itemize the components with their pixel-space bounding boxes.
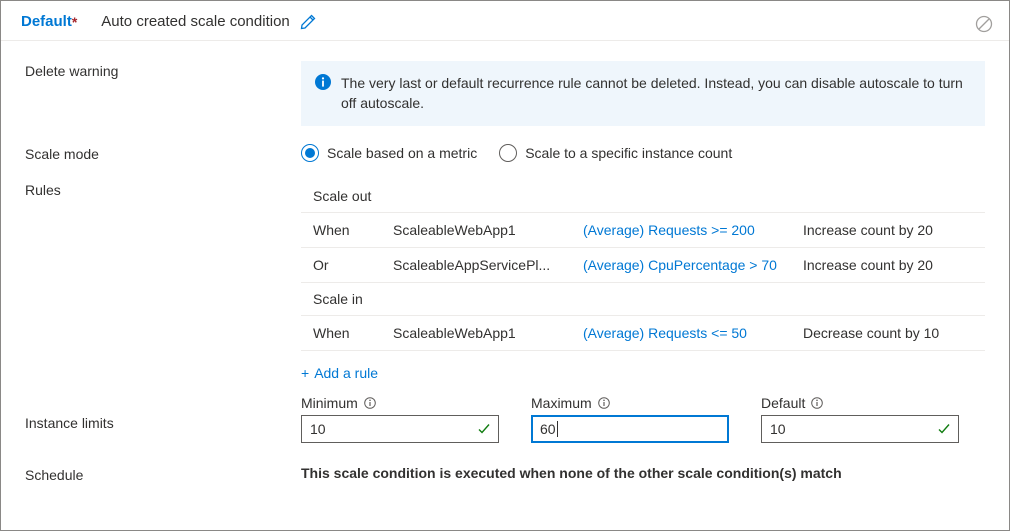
minimum-group: Minimum 10 [301,395,499,443]
delete-warning-text: The very last or default recurrence rule… [341,73,969,114]
check-icon [937,422,951,436]
scale-mode-row: Scale mode Scale based on a metric Scale… [25,144,985,162]
panel-body: Delete warning The very last or default … [1,41,1009,491]
default-group: Default 10 [761,395,959,443]
plus-icon: + [301,365,309,381]
rule-op: When [313,325,393,341]
maximum-label: Maximum [531,395,592,411]
info-icon [315,74,331,90]
rule-action: Decrease count by 10 [803,325,979,341]
radio-scale-metric[interactable]: Scale based on a metric [301,144,477,162]
rule-resource: ScaleableAppServicePl... [393,257,583,273]
rule-condition-link[interactable]: (Average) Requests <= 50 [583,325,803,341]
rules-row: Rules Scale out When ScaleableWebApp1 (A… [25,180,985,387]
info-hint-icon[interactable] [811,397,823,409]
edit-icon[interactable] [300,14,316,30]
rule-condition-link[interactable]: (Average) CpuPercentage > 70 [583,257,803,273]
rule-action: Increase count by 20 [803,222,979,238]
delete-warning-banner: The very last or default recurrence rule… [301,61,985,126]
check-icon [477,422,491,436]
radio-scale-metric-label: Scale based on a metric [327,145,477,161]
disable-icon[interactable] [975,15,993,33]
add-rule-button[interactable]: + Add a rule [301,351,378,387]
maximum-group: Maximum 60 [531,395,729,443]
default-input[interactable]: 10 [761,415,959,443]
radio-scale-specific-label: Scale to a specific instance count [525,145,732,161]
default-label: Default [761,395,805,411]
scale-mode-radio-group: Scale based on a metric Scale to a speci… [301,144,985,162]
rule-row[interactable]: Or ScaleableAppServicePl... (Average) Cp… [301,248,985,283]
minimum-label: Minimum [301,395,358,411]
rule-op: Or [313,257,393,273]
add-rule-label: Add a rule [314,365,378,381]
delete-warning-row: Delete warning The very last or default … [25,61,985,126]
rules-label: Rules [25,180,301,198]
condition-subtitle: Auto created scale condition [101,13,289,30]
text-caret-icon [557,421,558,437]
required-asterisk: * [72,14,77,30]
condition-title[interactable]: Default [21,13,72,30]
rule-resource: ScaleableWebApp1 [393,325,583,341]
schedule-text: This scale condition is executed when no… [301,465,842,481]
schedule-row: Schedule This scale condition is execute… [25,465,985,483]
maximum-input[interactable]: 60 [531,415,729,443]
instance-limits-label: Instance limits [25,395,301,431]
minimum-input[interactable]: 10 [301,415,499,443]
rule-action: Increase count by 20 [803,257,979,273]
info-hint-icon[interactable] [598,397,610,409]
radio-scale-specific[interactable]: Scale to a specific instance count [499,144,732,162]
scale-out-heading: Scale out [301,180,985,213]
rules-block: Scale out When ScaleableWebApp1 (Average… [301,180,985,387]
radio-circle-icon [499,144,517,162]
delete-warning-label: Delete warning [25,61,301,79]
info-hint-icon[interactable] [364,397,376,409]
rule-op: When [313,222,393,238]
rule-row[interactable]: When ScaleableWebApp1 (Average) Requests… [301,213,985,248]
scale-in-heading: Scale in [301,283,985,316]
rule-resource: ScaleableWebApp1 [393,222,583,238]
schedule-label: Schedule [25,465,301,483]
rule-row[interactable]: When ScaleableWebApp1 (Average) Requests… [301,316,985,351]
scale-condition-panel: Default* Auto created scale condition De… [0,0,1010,531]
radio-circle-icon [301,144,319,162]
rule-condition-link[interactable]: (Average) Requests >= 200 [583,222,803,238]
limits-group: Minimum 10 [301,395,985,443]
panel-header: Default* Auto created scale condition [1,1,1009,41]
instance-limits-row: Instance limits Minimum 10 [25,395,985,443]
scale-mode-label: Scale mode [25,144,301,162]
